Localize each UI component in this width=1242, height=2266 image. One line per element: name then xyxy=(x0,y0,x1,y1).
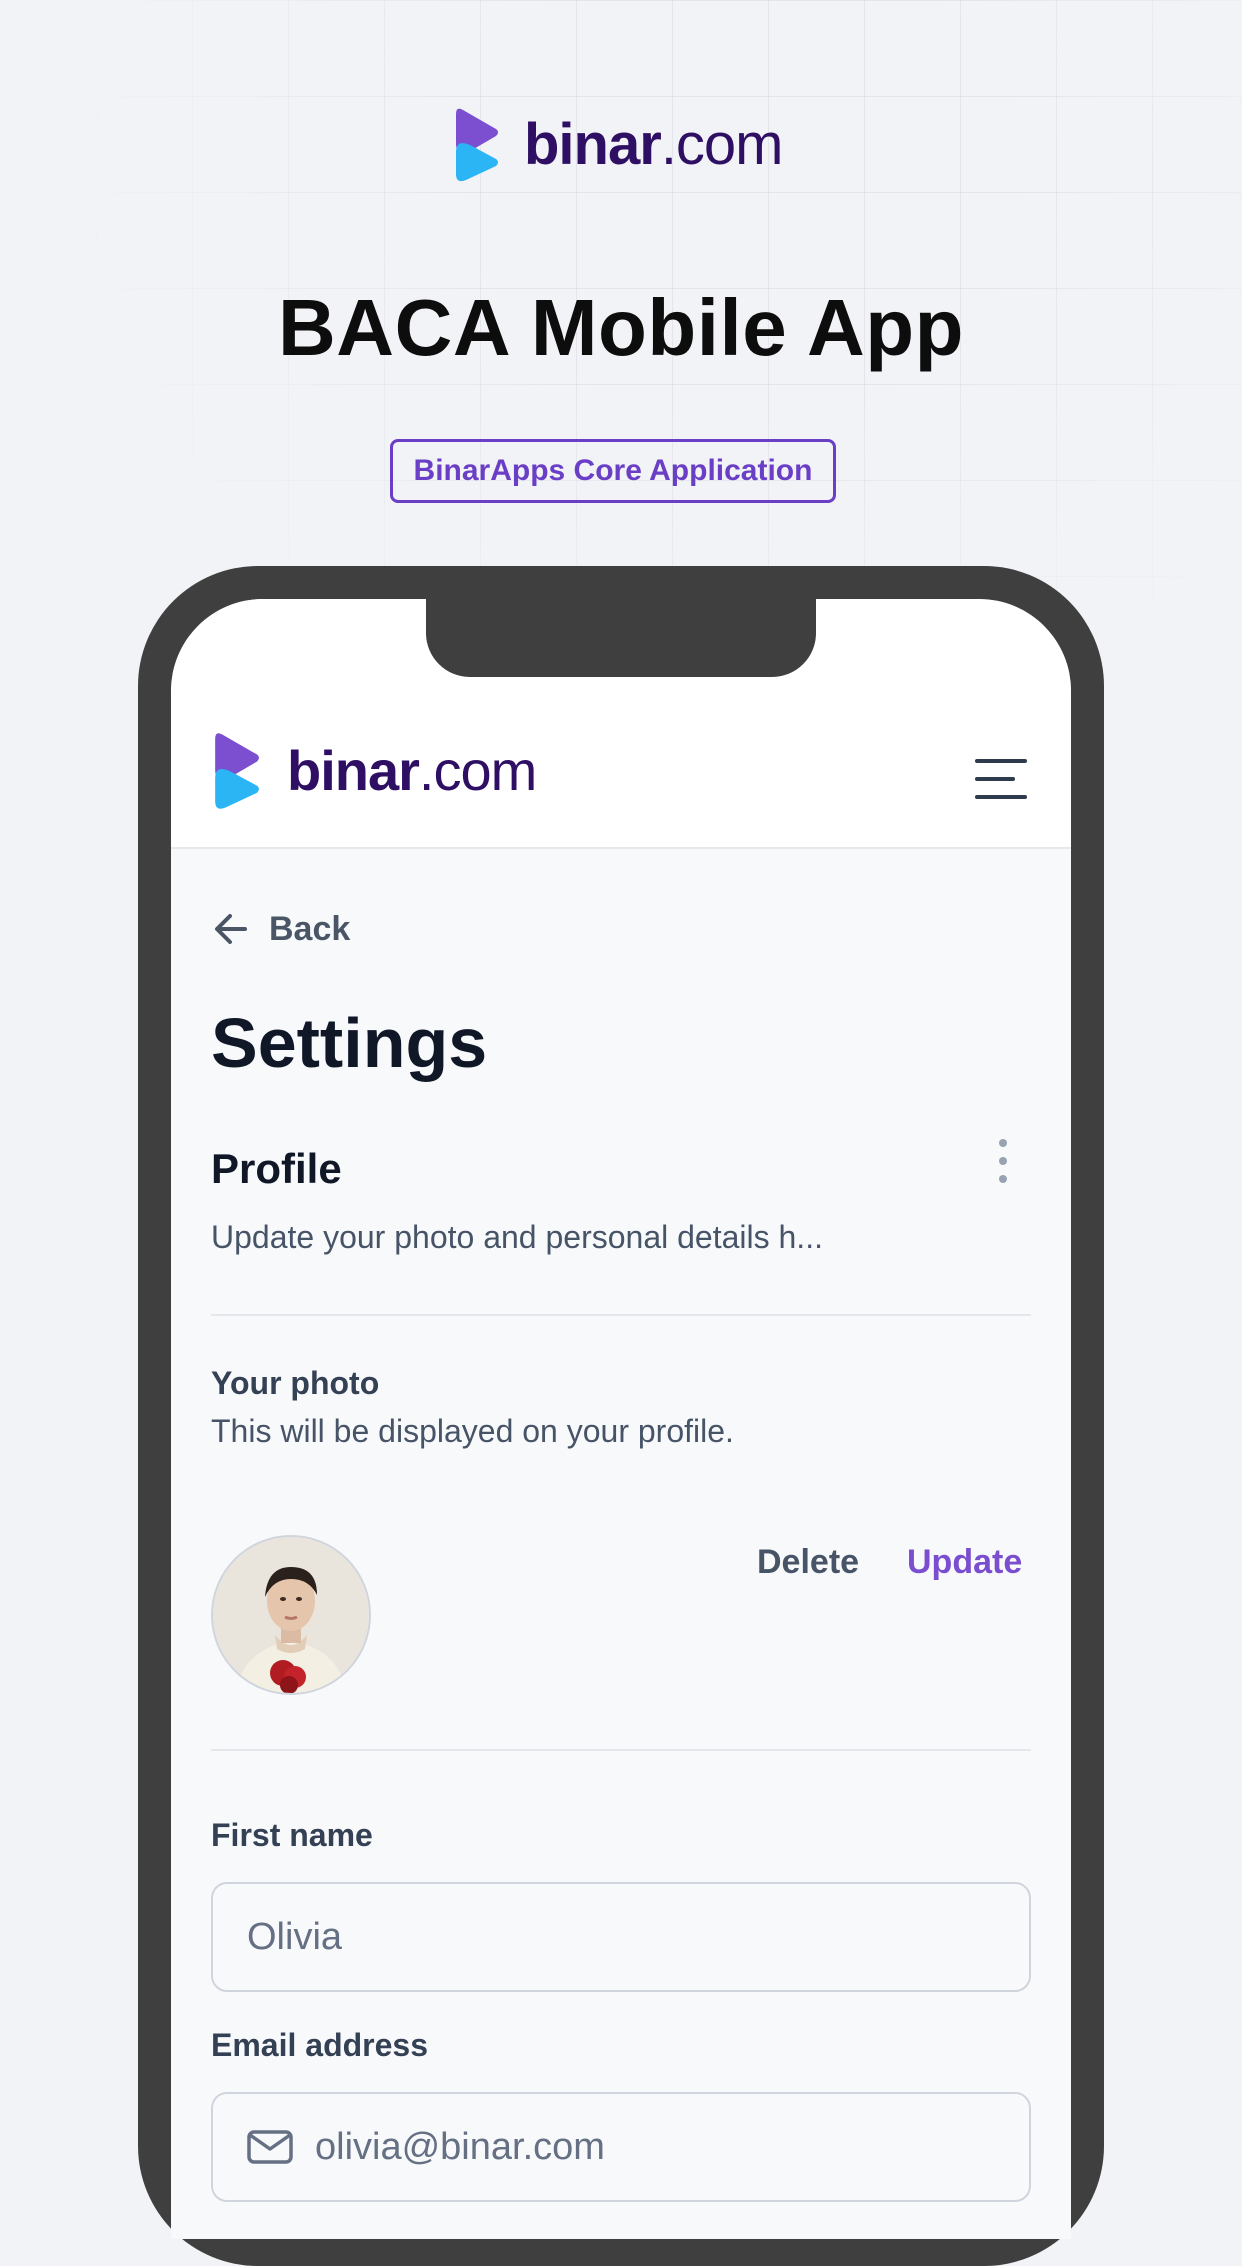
profile-description: Update your photo and personal details h… xyxy=(211,1219,823,1255)
divider xyxy=(211,1314,1031,1316)
binar-logo-icon xyxy=(456,108,498,182)
arrow-left-icon xyxy=(215,914,247,944)
first-name-field[interactable]: Olivia xyxy=(211,1882,1031,1992)
update-photo-button[interactable]: Update xyxy=(907,1543,1022,1582)
avatar-image xyxy=(213,1537,369,1693)
photo-label: Your photo xyxy=(211,1365,380,1401)
hero-title: BACA Mobile App xyxy=(278,283,964,372)
brand-logo: binar.com xyxy=(452,106,783,182)
divider xyxy=(211,1749,1031,1751)
back-label: Back xyxy=(269,909,351,948)
email-value: olivia@binar.com xyxy=(315,2125,605,2168)
profile-section-title: Profile xyxy=(211,1145,342,1192)
photo-hint: This will be displayed on your profile. xyxy=(211,1413,734,1449)
page-title: Settings xyxy=(211,1004,488,1082)
binar-logo-icon xyxy=(215,733,259,809)
first-name-value: Olivia xyxy=(247,1915,343,1958)
phone-screen: binar.com Back Settings Profile Update y… xyxy=(171,599,1071,2239)
hamburger-menu-icon[interactable] xyxy=(975,759,1027,799)
app-logo[interactable]: binar.com xyxy=(211,729,537,811)
delete-photo-button[interactable]: Delete xyxy=(757,1543,859,1582)
app-wordmark: binar.com xyxy=(287,738,537,802)
back-button[interactable]: Back xyxy=(211,909,350,949)
email-label: Email address xyxy=(211,2027,428,2063)
vertical-dots-icon[interactable] xyxy=(991,1137,1015,1187)
phone-notch xyxy=(426,597,816,677)
first-name-label: First name xyxy=(211,1817,373,1853)
brand-wordmark: binar.com xyxy=(524,111,783,177)
mail-icon xyxy=(247,2130,293,2164)
hero-badge: BinarApps Core Application xyxy=(390,439,836,503)
avatar xyxy=(211,1535,371,1695)
email-field[interactable]: olivia@binar.com xyxy=(211,2092,1031,2202)
